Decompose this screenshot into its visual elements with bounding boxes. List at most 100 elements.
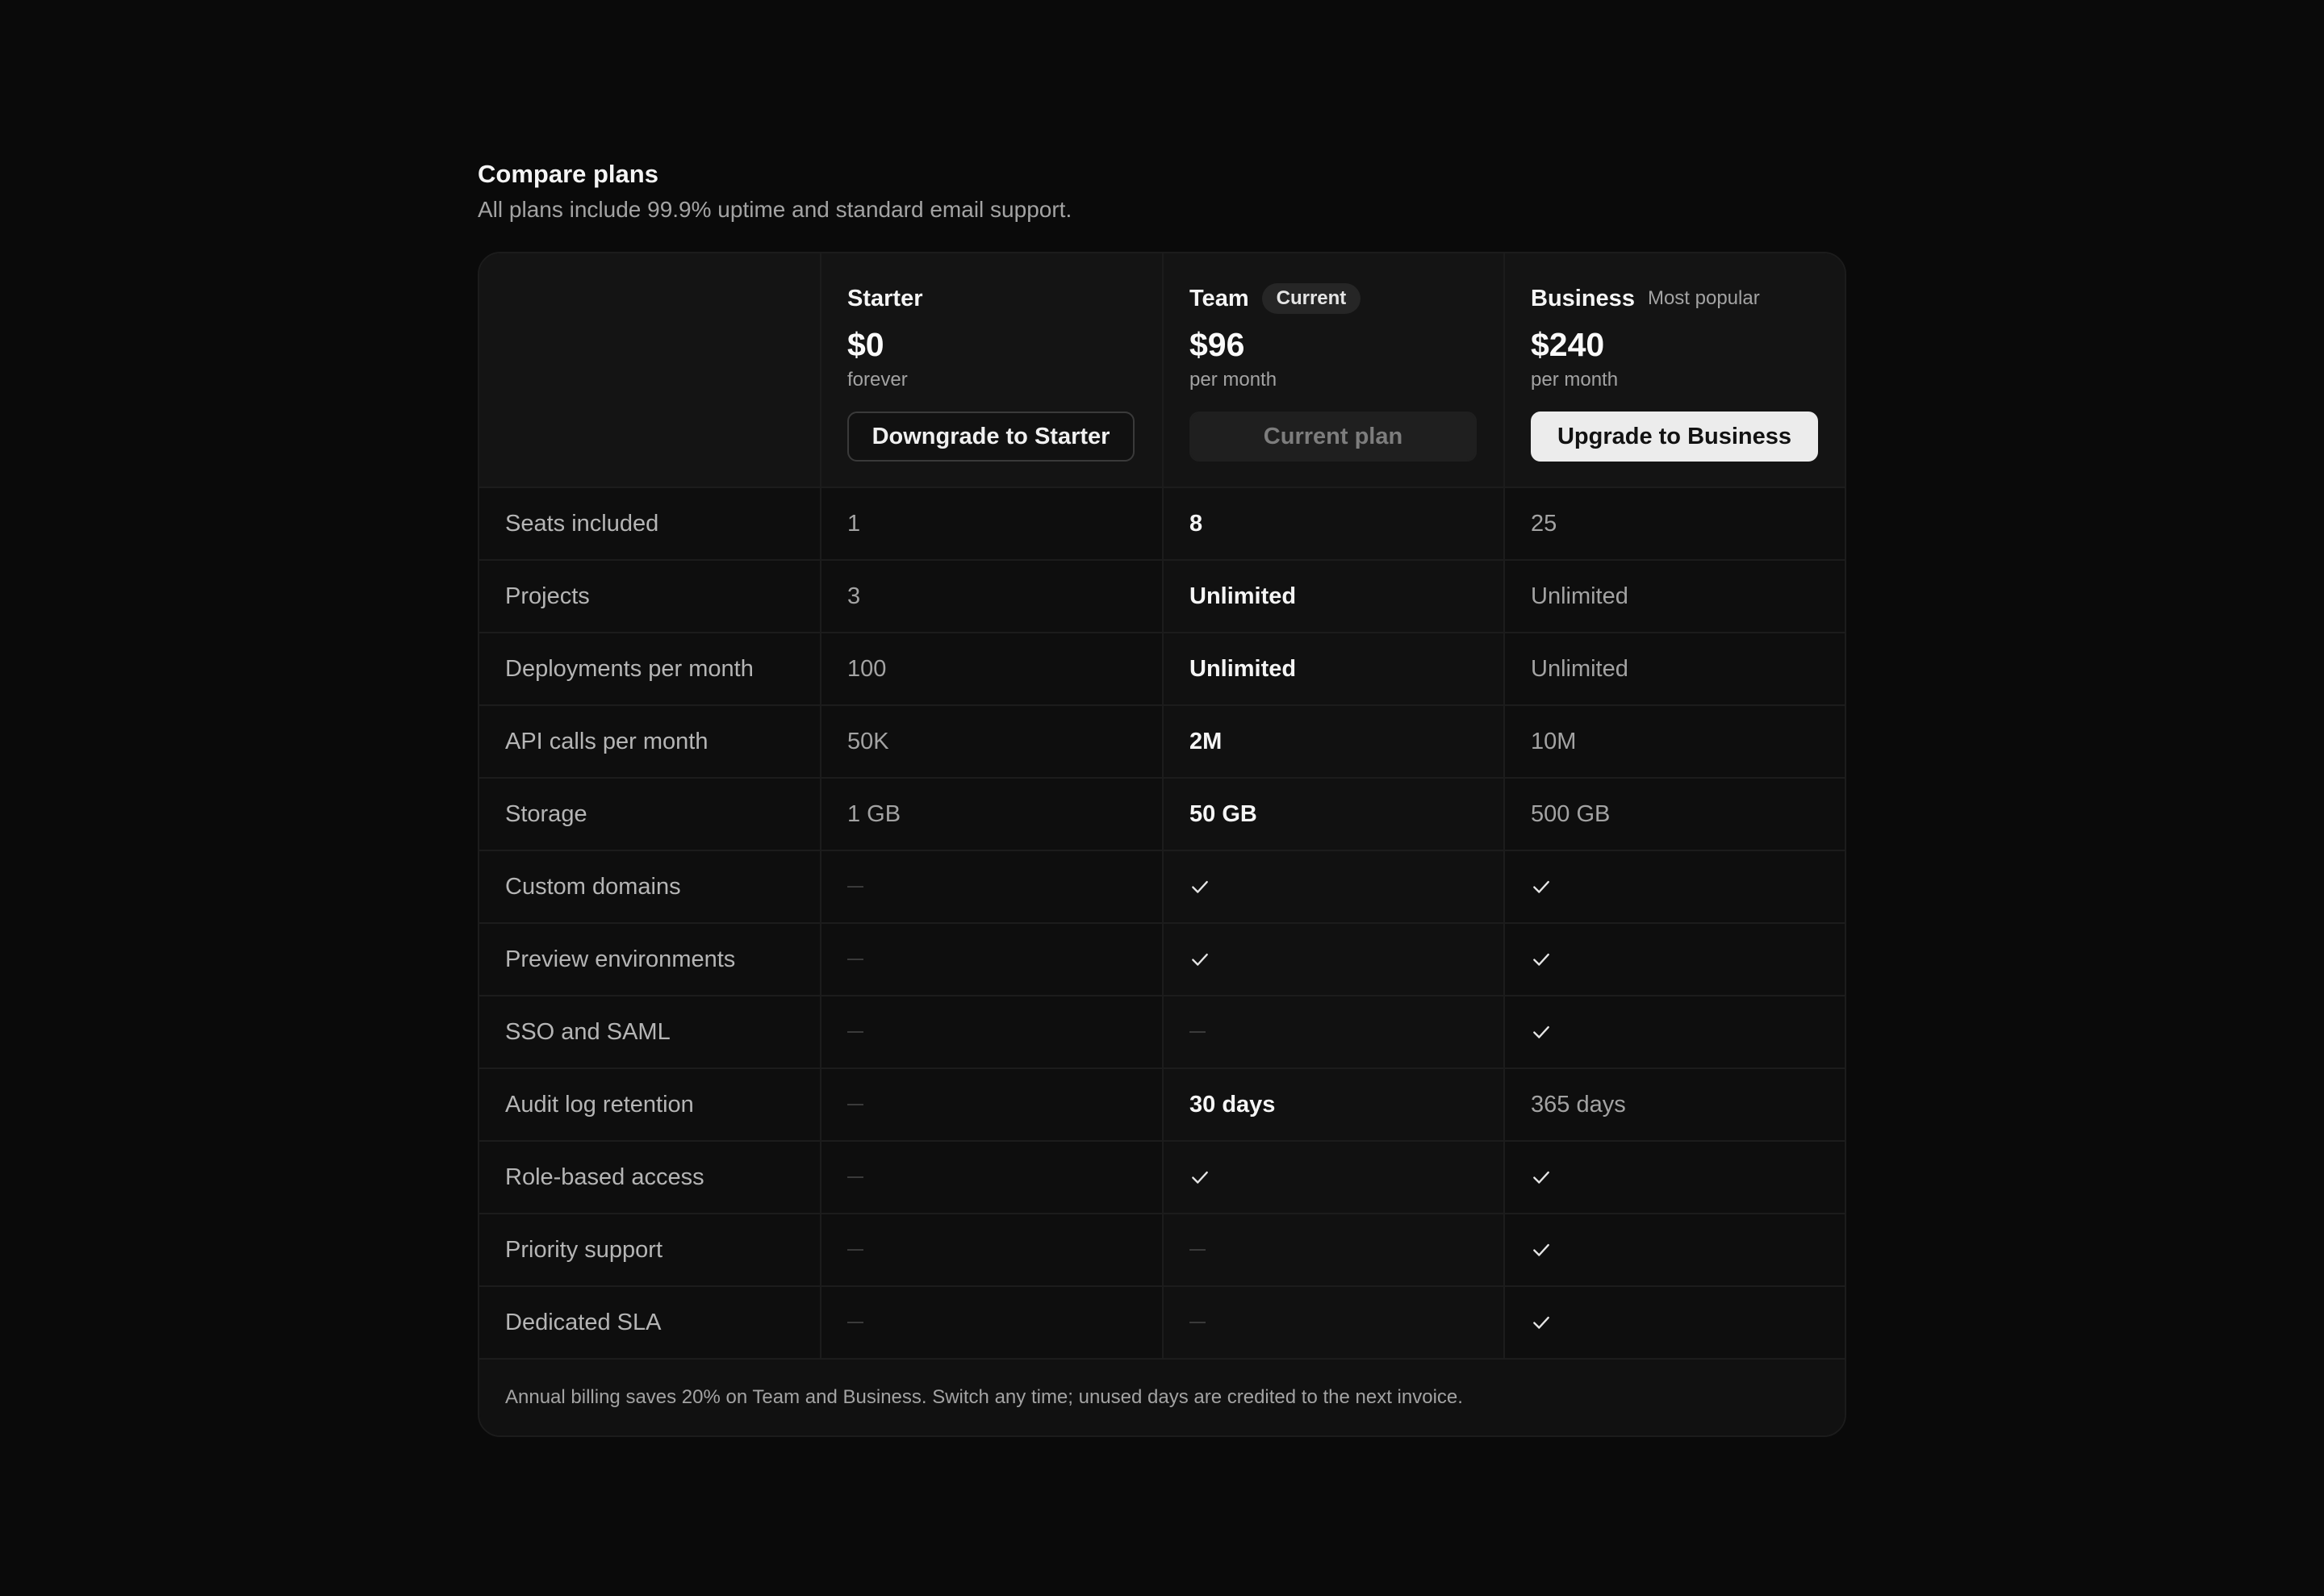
team-value-cell: 2M	[1163, 705, 1505, 779]
business-included-cell	[1504, 1214, 1845, 1287]
plan-header-team: Team Current $96 per month Current plan	[1163, 253, 1505, 488]
feature-label: Custom domains	[479, 850, 821, 924]
compare-plans-section: Compare plans All plans include 99.9% up…	[478, 158, 1846, 1437]
business-value-cell: Unlimited	[1504, 560, 1845, 633]
plan-name: Starter	[847, 285, 923, 311]
feature-label: Seats included	[479, 487, 821, 561]
team-not-included-cell	[1163, 996, 1505, 1069]
starter-not-included-cell	[821, 1141, 1164, 1214]
feature-label: Deployments per month	[479, 633, 821, 706]
team-not-included-cell	[1163, 1286, 1505, 1360]
starter-value-cell: 50K	[821, 705, 1164, 779]
starter-not-included-cell	[821, 1214, 1164, 1287]
starter-value-cell: 3	[821, 560, 1164, 633]
feature-rows: Seats included 1 8 25 Projects 3 Unlimited Unli…	[479, 487, 1845, 1360]
plan-period: per month	[1189, 369, 1277, 391]
check-icon	[1189, 1167, 1478, 1188]
dash-icon	[847, 1176, 863, 1178]
dash-icon	[1189, 1249, 1206, 1251]
check-icon	[1531, 1167, 1819, 1188]
plan-period: per month	[1531, 369, 1619, 391]
dash-icon	[847, 886, 863, 888]
downgrade-to-starter-button[interactable]: Downgrade to Starter	[847, 412, 1135, 462]
business-included-cell	[1504, 850, 1845, 924]
table-row: Custom domains	[479, 850, 1845, 924]
plan-price: $96	[1189, 326, 1245, 363]
check-icon	[1189, 949, 1478, 970]
plan-name: Team	[1189, 285, 1249, 311]
table-row: Dedicated SLA	[479, 1286, 1845, 1360]
plans-header-row: Starter $0 forever Downgrade to Starter …	[479, 253, 1845, 488]
business-included-cell	[1504, 1141, 1845, 1214]
feature-label: Audit log retention	[479, 1068, 821, 1142]
plan-price: $0	[847, 326, 884, 363]
team-value-cell: 50 GB	[1163, 778, 1505, 851]
plans-comparison-table: Starter $0 forever Downgrade to Starter …	[479, 253, 1845, 1360]
current-badge: Current	[1261, 283, 1361, 314]
table-row: SSO and SAML	[479, 996, 1845, 1069]
business-included-cell	[1504, 923, 1845, 996]
dash-icon	[847, 1104, 863, 1105]
table-row: Projects 3 Unlimited Unlimited	[479, 560, 1845, 633]
table-row: Audit log retention 30 days 365 days	[479, 1068, 1845, 1142]
upgrade-to-business-button[interactable]: Upgrade to Business	[1531, 412, 1818, 462]
plan-name: Business	[1531, 285, 1635, 311]
page-title: Compare plans	[478, 160, 658, 188]
starter-value-cell: 100	[821, 633, 1164, 706]
feature-label: SSO and SAML	[479, 996, 821, 1069]
team-value-cell: 30 days	[1163, 1068, 1505, 1142]
feature-label: Role-based access	[479, 1141, 821, 1214]
starter-not-included-cell	[821, 850, 1164, 924]
current-plan-button: Current plan	[1189, 412, 1477, 462]
header-corner-cell	[479, 253, 821, 488]
starter-not-included-cell	[821, 1068, 1164, 1142]
team-value-cell: Unlimited	[1163, 633, 1505, 706]
dash-icon	[847, 959, 863, 960]
table-row: Deployments per month 100 Unlimited Unlimit…	[479, 633, 1845, 706]
check-icon	[1531, 1239, 1819, 1260]
dash-icon	[847, 1322, 863, 1323]
page-subtitle: All plans include 99.9% uptime and stand…	[478, 197, 1072, 222]
dash-icon	[1189, 1322, 1206, 1323]
most-popular-badge: Most popular	[1647, 287, 1760, 309]
team-value-cell: 8	[1163, 487, 1505, 561]
table-row: Role-based access	[479, 1141, 1845, 1214]
business-value-cell: 365 days	[1504, 1068, 1845, 1142]
dash-icon	[847, 1249, 863, 1251]
table-row: Seats included 1 8 25	[479, 487, 1845, 561]
team-included-cell	[1163, 850, 1505, 924]
check-icon	[1531, 876, 1819, 897]
starter-not-included-cell	[821, 996, 1164, 1069]
business-value-cell: 25	[1504, 487, 1845, 561]
feature-label: API calls per month	[479, 705, 821, 779]
business-value-cell: Unlimited	[1504, 633, 1845, 706]
check-icon	[1531, 1022, 1819, 1042]
dash-icon	[847, 1031, 863, 1033]
table-row: API calls per month 50K 2M 10M	[479, 705, 1845, 779]
plans-comparison-card: Starter $0 forever Downgrade to Starter …	[478, 252, 1846, 1437]
plan-header-starter: Starter $0 forever Downgrade to Starter	[821, 253, 1164, 488]
business-included-cell	[1504, 996, 1845, 1069]
starter-not-included-cell	[821, 1286, 1164, 1360]
feature-label: Preview environments	[479, 923, 821, 996]
feature-label: Storage	[479, 778, 821, 851]
starter-not-included-cell	[821, 923, 1164, 996]
team-included-cell	[1163, 923, 1505, 996]
team-value-cell: Unlimited	[1163, 560, 1505, 633]
billing-footnote: Annual billing saves 20% on Team and Bus…	[479, 1360, 1845, 1435]
business-included-cell	[1504, 1286, 1845, 1360]
plan-header-business: Business Most popular $240 per month Upg…	[1504, 253, 1845, 488]
check-icon	[1189, 876, 1478, 897]
feature-label: Projects	[479, 560, 821, 633]
table-row: Storage 1 GB 50 GB 500 GB	[479, 778, 1845, 851]
check-icon	[1531, 949, 1819, 970]
business-value-cell: 10M	[1504, 705, 1845, 779]
dash-icon	[1189, 1031, 1206, 1033]
plan-price: $240	[1531, 326, 1605, 363]
business-value-cell: 500 GB	[1504, 778, 1845, 851]
table-row: Preview environments	[479, 923, 1845, 996]
feature-label: Dedicated SLA	[479, 1286, 821, 1360]
feature-label: Priority support	[479, 1214, 821, 1287]
plan-period: forever	[847, 369, 908, 391]
starter-value-cell: 1	[821, 487, 1164, 561]
